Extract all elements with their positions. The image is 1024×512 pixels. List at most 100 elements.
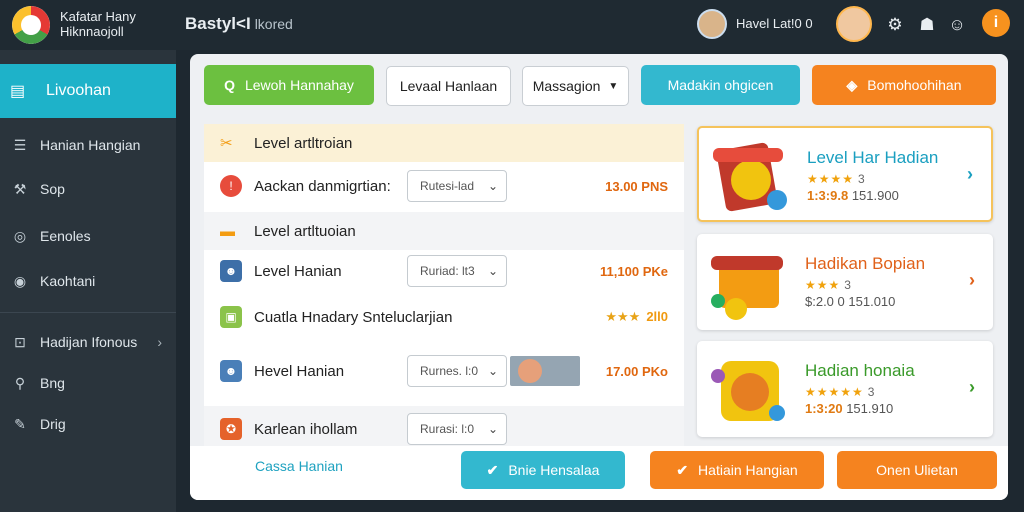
- star-icon: ★★★★★: [805, 385, 864, 399]
- rating-count: 3: [858, 172, 865, 186]
- confirm-button-label: Bnie Hensalaa: [508, 462, 600, 478]
- star-icon: ★★★: [805, 278, 841, 292]
- sidebar-item-2[interactable]: ⚒ Sop: [0, 174, 176, 204]
- list-item[interactable]: ☻ Hevel Hanian Rurnes. l:0 ⌄ 17.00 PKo: [204, 348, 684, 394]
- claim-button-label: Hatiain Hangian: [698, 462, 798, 478]
- section-header-2: ▬ Level artltuoian: [204, 212, 684, 250]
- list-item[interactable]: ! Aackan danmigrtian: Rutesi-lad ⌄ 13.00…: [204, 163, 684, 209]
- search-icon: Q: [224, 77, 235, 93]
- points-value: 17.00 PKo: [605, 363, 668, 379]
- list-icon: ☰: [13, 136, 27, 153]
- reward-art: [711, 353, 787, 425]
- app-title-sub: lkored: [254, 16, 293, 32]
- section-title: Level artltroian: [254, 134, 353, 152]
- search-icon: ⚲: [14, 374, 26, 391]
- sidebar-item-active[interactable]: ▤ Livoohan: [0, 64, 176, 118]
- list-item-label: Aackan danmigrtian:: [254, 177, 391, 195]
- app-title-main: Bastyl<I: [185, 14, 251, 33]
- sidebar-item-5[interactable]: ⊡ Hadijan Ifonous ›: [0, 327, 176, 357]
- row-select[interactable]: Rurasi: l:0 ⌄: [407, 413, 507, 445]
- chevron-right-icon[interactable]: ›: [967, 164, 973, 185]
- chevron-down-icon: ⌄: [487, 179, 498, 193]
- reward-title: Hadikan Bopian: [805, 254, 926, 273]
- chevron-down-icon: ⌄: [487, 264, 498, 278]
- level-button[interactable]: Levaal Hanlaan: [386, 66, 511, 106]
- tool-icon: ⚒: [13, 180, 27, 197]
- circle-icon: ◎: [13, 227, 27, 244]
- points-value: 11,100 PKe: [600, 263, 668, 279]
- section-header-1: ✂ Level artltroian: [204, 124, 684, 162]
- reward-value-b: 151.010: [848, 294, 896, 309]
- claim-button[interactable]: ✔ Hatiain Hangian: [650, 451, 824, 489]
- home-icon: ▤: [10, 83, 26, 100]
- character-icon: ☻: [220, 360, 242, 382]
- list-item-label: Hevel Hanian: [254, 362, 345, 380]
- top-bar: Kafatar Hany Hiknnaojoll Bastyl<I lkored …: [0, 0, 1024, 50]
- brand-name: Kafatar Hany Hiknnaojoll: [60, 9, 170, 39]
- sidebar-item-6[interactable]: ⚲ Bng: [0, 368, 176, 398]
- chart-icon: ⊡: [14, 333, 26, 350]
- target-icon: ◉: [13, 272, 27, 289]
- sidebar-item-label: Kaohtani: [40, 273, 96, 289]
- list-item[interactable]: ▣ Cuatla Hnadary Snteluclarjian ★★★ 2ll0: [204, 294, 684, 340]
- sidebar: ▤ Livoohan ☰ Hanian Hangian ⚒ Sop ◎ Eeno…: [0, 50, 176, 512]
- orange-action-button[interactable]: ◈ Bomohoohihan: [812, 65, 996, 105]
- rating: ★★★ 2ll0: [605, 309, 668, 325]
- user-name[interactable]: Havel Lat!0 0: [736, 16, 813, 31]
- chevron-right-icon[interactable]: ›: [969, 377, 975, 398]
- sidebar-item-label: Bng: [40, 375, 65, 391]
- search-button[interactable]: Q Lewoh Hannahay: [204, 65, 374, 105]
- reward-value-b: 151.910: [846, 401, 894, 416]
- user-avatar[interactable]: [697, 9, 727, 39]
- sidebar-item-7[interactable]: ✎ Drig: [0, 409, 176, 439]
- reward-title: Level Har Hadian: [807, 148, 939, 167]
- row-select[interactable]: Rurnes. l:0 ⌄: [407, 355, 507, 387]
- rating: ★★★★ 3: [807, 172, 865, 186]
- teal-action-button[interactable]: Madakin ohgicen: [641, 65, 800, 105]
- sidebar-item-3[interactable]: ◎ Eenoles: [0, 221, 176, 251]
- list-item-label: Cuatla Hnadary Snteluclarjian: [254, 308, 453, 326]
- brand-line-2: Hiknnaojoll: [60, 24, 124, 39]
- reward-card[interactable]: Level Har Hadian ★★★★ 3 1:3:9.8 151.900 ›: [697, 126, 993, 222]
- reward-card[interactable]: Hadian honaia ★★★★★ 3 1:3:20 151.910 ›: [697, 341, 993, 437]
- sidebar-item-4[interactable]: ◉ Kaohtani: [0, 266, 176, 296]
- profile-avatar[interactable]: [836, 6, 872, 42]
- reward-art: [711, 246, 787, 320]
- rating-score: 2ll0: [646, 309, 668, 324]
- character-icon: ☻: [220, 260, 242, 282]
- check-icon: ✔: [486, 461, 499, 478]
- friend-avatar-icon[interactable]: ☺: [946, 14, 968, 36]
- chevron-right-icon[interactable]: ›: [969, 270, 975, 291]
- settings-icon[interactable]: ⚙: [884, 14, 906, 36]
- character-thumbnail[interactable]: [510, 356, 580, 386]
- shield-icon: ◈: [846, 76, 858, 93]
- notification-icon[interactable]: ☗: [916, 14, 938, 36]
- footer-link[interactable]: Cassa Hanian: [255, 458, 343, 474]
- sidebar-item-label: Drig: [40, 416, 66, 432]
- rating: ★★★ 3: [805, 278, 851, 292]
- alert-icon: !: [220, 175, 242, 197]
- reward-art: [713, 140, 789, 213]
- sidebar-item-label: Hadijan Ifonous: [40, 334, 138, 350]
- row-select-value: Rutesi-lad: [420, 179, 475, 193]
- info-button[interactable]: i: [982, 9, 1010, 37]
- reward-card[interactable]: Hadikan Bopian ★★★ 3 $:2.0 0 151.010 ›: [697, 234, 993, 330]
- row-select[interactable]: Rutesi-lad ⌄: [407, 170, 507, 202]
- chevron-down-icon: ⌄: [487, 364, 498, 378]
- open-button[interactable]: Onen Ulietan: [837, 451, 997, 489]
- row-select-value: Ruriad: lt3: [420, 264, 475, 278]
- list-item-label: Karlean ihollam: [254, 420, 358, 438]
- row-select[interactable]: Ruriad: lt3 ⌄: [407, 255, 507, 287]
- confirm-button[interactable]: ✔ Bnie Hensalaa: [461, 451, 625, 489]
- message-dropdown[interactable]: Massagion ▼: [522, 66, 629, 106]
- sidebar-item-1[interactable]: ☰ Hanian Hangian: [0, 130, 176, 160]
- sidebar-item-label: Sop: [40, 181, 65, 197]
- star-icon: ★★★: [605, 309, 641, 324]
- reward-value: 1:3:9.8 151.900: [807, 188, 899, 203]
- reward-value-a: 1:3:20: [805, 401, 843, 416]
- list-item[interactable]: ☻ Level Hanian Ruriad: lt3 ⌄ 11,100 PKe: [204, 248, 684, 294]
- app-title: Bastyl<I lkored: [185, 14, 293, 34]
- bow-icon: ✂: [220, 135, 233, 152]
- rating-count: 3: [867, 385, 875, 399]
- app-logo[interactable]: [12, 6, 50, 44]
